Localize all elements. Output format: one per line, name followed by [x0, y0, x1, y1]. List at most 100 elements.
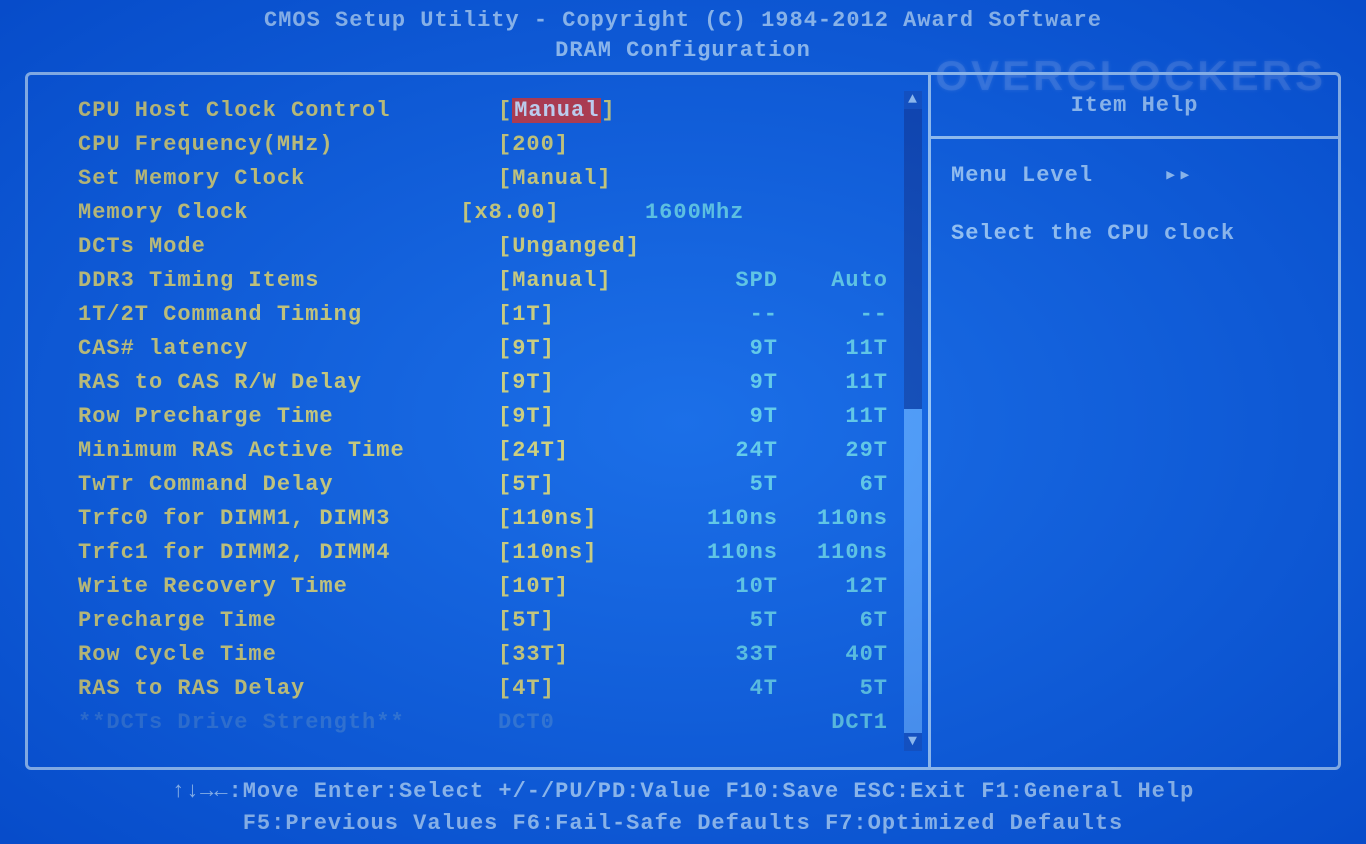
- setting-value[interactable]: [110ns]: [498, 506, 668, 531]
- setting-label: 1T/2T Command Timing: [78, 302, 498, 327]
- settings-pane: CPU Host Clock Control[Manual]CPU Freque…: [28, 75, 928, 767]
- setting-label: Row Precharge Time: [78, 404, 498, 429]
- setting-label: Memory Clock: [78, 200, 460, 225]
- setting-row[interactable]: RAS to CAS R/W Delay[9T]9T11T: [78, 365, 918, 399]
- footer-hints: ↑↓→←:Move Enter:Select +/-/PU/PD:Value F…: [0, 776, 1366, 840]
- setting-label: CPU Host Clock Control: [78, 98, 498, 123]
- setting-label: CPU Frequency(MHz): [78, 132, 498, 157]
- setting-row[interactable]: Row Precharge Time[9T]9T11T: [78, 399, 918, 433]
- setting-value[interactable]: [110ns]: [498, 540, 668, 565]
- setting-row[interactable]: Trfc0 for DIMM1, DIMM3[110ns]110ns110ns: [78, 501, 918, 535]
- setting-row[interactable]: CAS# latency[9T]9T11T: [78, 331, 918, 365]
- setting-row: **DCTs Drive Strength**DCT0 DCT1: [78, 705, 918, 739]
- setting-spd: 110ns: [668, 540, 778, 565]
- setting-spd: 9T: [668, 370, 778, 395]
- setting-label: Trfc0 for DIMM1, DIMM3: [78, 506, 498, 531]
- setting-row[interactable]: 1T/2T Command Timing[1T]----: [78, 297, 918, 331]
- setting-spd: 4T: [668, 676, 778, 701]
- setting-label: **DCTs Drive Strength**: [78, 710, 498, 735]
- setting-value[interactable]: [Unganged]: [498, 234, 668, 259]
- setting-value[interactable]: [9T]: [498, 370, 668, 395]
- setting-value[interactable]: [5T]: [498, 472, 668, 497]
- setting-spd: SPD: [668, 268, 778, 293]
- setting-auto: 12T: [778, 574, 888, 599]
- setting-auto: 6T: [778, 608, 888, 633]
- setting-value[interactable]: [9T]: [498, 336, 668, 361]
- setting-value[interactable]: [33T]: [498, 642, 668, 667]
- setting-row[interactable]: CPU Frequency(MHz)[200]: [78, 127, 918, 161]
- setting-label: CAS# latency: [78, 336, 498, 361]
- footer-line1: ↑↓→←:Move Enter:Select +/-/PU/PD:Value F…: [0, 776, 1366, 808]
- setting-value[interactable]: [24T]: [498, 438, 668, 463]
- setting-auto: 11T: [778, 370, 888, 395]
- setting-label: Trfc1 for DIMM2, DIMM4: [78, 540, 498, 565]
- setting-value[interactable]: [9T]: [498, 404, 668, 429]
- setting-value: DCT0: [498, 710, 668, 735]
- menu-level-row: Menu Level ▸▸: [951, 157, 1318, 195]
- setting-row[interactable]: Minimum RAS Active Time[24T]24T29T: [78, 433, 918, 467]
- setting-auto: 40T: [778, 642, 888, 667]
- setting-row[interactable]: Set Memory Clock[Manual]: [78, 161, 918, 195]
- setting-auto: 110ns: [778, 540, 888, 565]
- setting-row[interactable]: DDR3 Timing Items[Manual]SPDAuto: [78, 263, 918, 297]
- setting-spd: 33T: [668, 642, 778, 667]
- setting-value[interactable]: [Manual]: [498, 98, 668, 123]
- setting-label: RAS to RAS Delay: [78, 676, 498, 701]
- setting-spd: 24T: [668, 438, 778, 463]
- setting-spd: 9T: [668, 336, 778, 361]
- setting-row[interactable]: Trfc1 for DIMM2, DIMM4[110ns]110ns110ns: [78, 535, 918, 569]
- setting-auto: Auto: [778, 268, 888, 293]
- setting-auto: 6T: [778, 472, 888, 497]
- scroll-up-icon[interactable]: ▲: [904, 91, 922, 109]
- setting-spd: 1600Mhz: [615, 200, 818, 225]
- setting-label: DDR3 Timing Items: [78, 268, 498, 293]
- help-title: Item Help: [951, 93, 1318, 118]
- setting-auto: 29T: [778, 438, 888, 463]
- menu-level-label: Menu Level: [951, 163, 1093, 188]
- bios-title: CMOS Setup Utility - Copyright (C) 1984-…: [0, 6, 1366, 36]
- setting-row[interactable]: Write Recovery Time[10T]10T12T: [78, 569, 918, 603]
- setting-row[interactable]: CPU Host Clock Control[Manual]: [78, 93, 918, 127]
- setting-auto: 11T: [778, 336, 888, 361]
- setting-value[interactable]: [200]: [498, 132, 668, 157]
- setting-spd: --: [668, 302, 778, 327]
- setting-value[interactable]: [x8.00]: [460, 200, 615, 225]
- setting-row[interactable]: Memory Clock[x8.00]1600Mhz: [78, 195, 918, 229]
- help-pane: Item Help Menu Level ▸▸ Select the CPU c…: [928, 75, 1338, 767]
- setting-spd: 10T: [668, 574, 778, 599]
- setting-value[interactable]: [1T]: [498, 302, 668, 327]
- menu-level-icon: ▸▸: [1164, 163, 1193, 188]
- setting-row[interactable]: RAS to RAS Delay[4T]4T5T: [78, 671, 918, 705]
- setting-label: Minimum RAS Active Time: [78, 438, 498, 463]
- setting-label: TwTr Command Delay: [78, 472, 498, 497]
- setting-label: Precharge Time: [78, 608, 498, 633]
- scroll-down-icon[interactable]: ▼: [904, 733, 922, 751]
- footer-line2: F5:Previous Values F6:Fail-Safe Defaults…: [0, 808, 1366, 840]
- setting-row[interactable]: TwTr Command Delay[5T]5T6T: [78, 467, 918, 501]
- setting-auto: 5T: [778, 676, 888, 701]
- setting-spd: 9T: [668, 404, 778, 429]
- setting-value[interactable]: [Manual]: [498, 166, 668, 191]
- setting-row[interactable]: Row Cycle Time[33T]33T40T: [78, 637, 918, 671]
- setting-value[interactable]: [5T]: [498, 608, 668, 633]
- setting-auto: 11T: [778, 404, 888, 429]
- setting-label: Row Cycle Time: [78, 642, 498, 667]
- setting-value[interactable]: [4T]: [498, 676, 668, 701]
- main-frame: CPU Host Clock Control[Manual]CPU Freque…: [25, 72, 1341, 770]
- setting-label: DCTs Mode: [78, 234, 498, 259]
- setting-spd: 110ns: [668, 506, 778, 531]
- scrollbar[interactable]: ▲ ▼: [904, 91, 922, 751]
- help-body-text: Select the CPU clock: [951, 215, 1318, 253]
- setting-auto: --: [778, 302, 888, 327]
- setting-label: Write Recovery Time: [78, 574, 498, 599]
- setting-row[interactable]: Precharge Time[5T]5T6T: [78, 603, 918, 637]
- scroll-thumb[interactable]: [904, 109, 922, 409]
- setting-auto: 110ns: [778, 506, 888, 531]
- setting-label: RAS to CAS R/W Delay: [78, 370, 498, 395]
- setting-value[interactable]: [10T]: [498, 574, 668, 599]
- setting-row[interactable]: DCTs Mode[Unganged]: [78, 229, 918, 263]
- help-divider: [931, 136, 1338, 139]
- setting-auto: DCT1: [778, 710, 888, 735]
- setting-label: Set Memory Clock: [78, 166, 498, 191]
- setting-value[interactable]: [Manual]: [498, 268, 668, 293]
